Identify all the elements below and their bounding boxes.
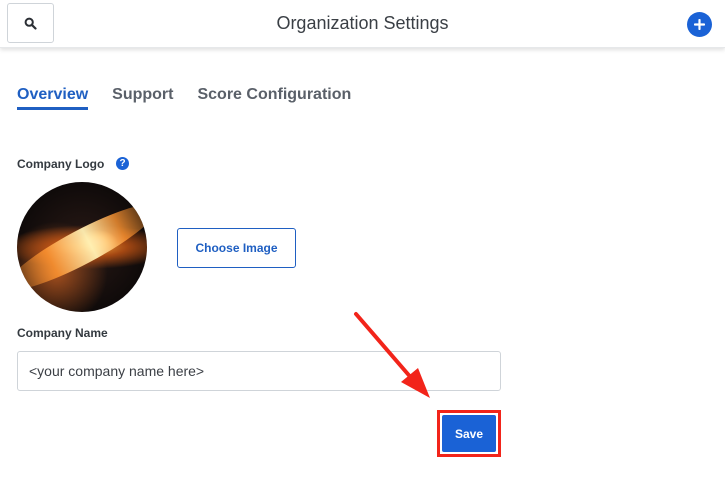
plus-icon [694, 19, 705, 30]
add-button[interactable] [687, 12, 712, 37]
company-name-label: Company Name [17, 326, 108, 340]
company-name-input[interactable] [17, 351, 501, 391]
company-logo-label: Company Logo [17, 157, 105, 171]
choose-image-button[interactable]: Choose Image [177, 228, 296, 268]
logo-image-detail [17, 192, 147, 302]
settings-tabs: Overview Support Score Configuration [17, 86, 375, 110]
top-bar: Organization Settings [0, 0, 725, 48]
save-button[interactable]: Save [442, 415, 496, 452]
page-title: Organization Settings [276, 13, 449, 33]
question-icon[interactable]: ? [116, 157, 129, 170]
company-logo-image [17, 182, 147, 312]
tab-overview[interactable]: Overview [17, 86, 89, 110]
tab-score-configuration[interactable]: Score Configuration [197, 86, 351, 110]
tab-support[interactable]: Support [112, 86, 173, 110]
